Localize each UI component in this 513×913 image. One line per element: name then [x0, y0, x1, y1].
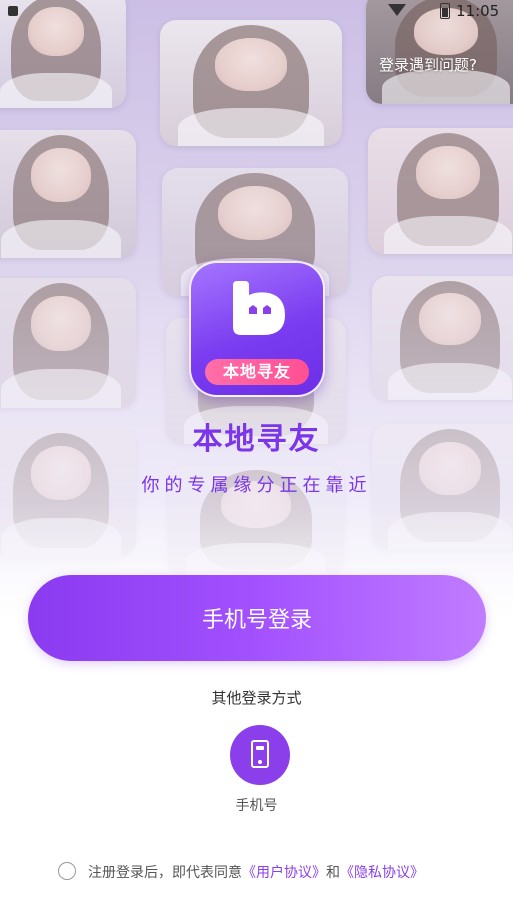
collage-photo — [0, 278, 136, 408]
collage-photo — [160, 20, 342, 146]
phone-login-method-button[interactable] — [230, 725, 290, 785]
notification-icon — [8, 6, 18, 16]
login-help-link[interactable]: 登录遇到问题? — [379, 54, 477, 75]
logo-badge: 本地寻友 — [205, 359, 309, 385]
app-tagline: 你的专属缘分正在靠近 — [141, 475, 372, 496]
privacy-policy-link[interactable]: 《隐私协议》 — [340, 865, 424, 881]
status-time: 11:05 — [456, 2, 500, 20]
battery-icon — [440, 3, 450, 19]
app-logo: 本地寻友 — [189, 261, 325, 397]
agreement-prefix: 注册登录后，即代表同意 — [88, 865, 242, 881]
phone-login-button[interactable]: 手机号登录 — [28, 575, 486, 661]
collage-photo — [0, 130, 136, 258]
collage-photo — [368, 128, 513, 254]
agree-checkbox[interactable] — [58, 862, 76, 880]
agreement-text: 注册登录后，即代表同意《用户协议》和《隐私协议》 — [88, 862, 424, 882]
logo-mark-icon — [233, 281, 285, 335]
phone-icon — [251, 740, 269, 768]
agreement-conjunction: 和 — [326, 865, 340, 881]
agreement-row: 注册登录后，即代表同意《用户协议》和《隐私协议》 — [58, 860, 498, 884]
login-screen: 11:05 登录遇到问题? 本地寻友 本地寻友 你的专属缘分正在靠近 手机号登录… — [0, 0, 513, 913]
wifi-icon — [388, 4, 406, 16]
other-login-methods-label: 其他登录方式 — [211, 689, 302, 707]
phone-login-method-label: 手机号 — [235, 798, 278, 814]
collage-photo — [372, 276, 513, 400]
status-bar: 11:05 — [0, 0, 513, 22]
app-name: 本地寻友 — [192, 422, 321, 457]
user-agreement-link[interactable]: 《用户协议》 — [242, 865, 326, 881]
